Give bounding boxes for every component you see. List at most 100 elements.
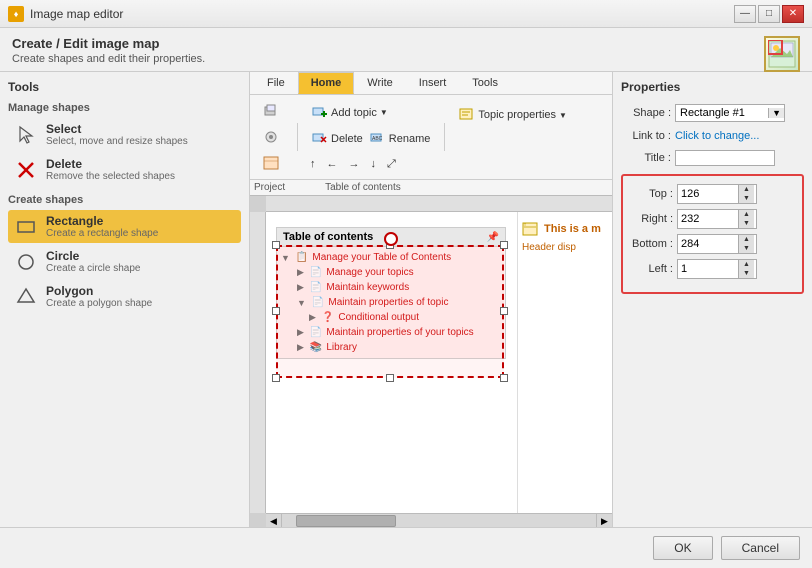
tab-file[interactable]: File (254, 72, 298, 94)
ribbon-project-icon1[interactable] (256, 99, 286, 123)
canvas-main[interactable]: Table of contents 📌 ▼ 📋 Manage you (266, 212, 612, 513)
rectangle-icon (14, 215, 38, 239)
polygon-desc: Create a polygon shape (46, 298, 152, 309)
handle-bl (272, 374, 280, 382)
scroll-right-button[interactable]: ▶ (596, 514, 612, 527)
rename-icon: ABC (370, 131, 386, 147)
tool-polygon[interactable]: Polygon Create a polygon shape (8, 280, 241, 313)
link-label: Link to : (621, 130, 671, 142)
nav-right-button[interactable]: → (344, 155, 365, 173)
tab-insert[interactable]: Insert (406, 72, 460, 94)
tree-item-1: ▶ 📄 Manage your topics (277, 265, 505, 280)
ok-button[interactable]: OK (653, 536, 712, 560)
right-input[interactable] (678, 212, 738, 226)
nav-up-button[interactable]: ↑ (305, 155, 321, 173)
cancel-button[interactable]: Cancel (721, 536, 800, 560)
tree-item-2: ▶ 📄 Maintain keywords (277, 280, 505, 295)
right-spinner: ▲ ▼ (738, 210, 754, 228)
tool-circle[interactable]: Circle Create a circle shape (8, 245, 241, 278)
header-title: Create / Edit image map (12, 36, 800, 51)
top-input[interactable] (678, 187, 738, 201)
add-topic-label: Add topic (331, 107, 377, 119)
table-contents-label: Table of contents (325, 182, 401, 193)
header: Create / Edit image map Create shapes an… (0, 28, 812, 72)
polygon-icon (14, 285, 38, 309)
preview-sub-text: Header disp (522, 242, 608, 253)
top-row: Top : ▲ ▼ (629, 184, 796, 204)
scroll-left-button[interactable]: ◀ (266, 514, 282, 527)
ribbon-content: Add topic ▼ Delete (250, 95, 612, 179)
ribbon-project-icon3[interactable] (256, 151, 286, 175)
tree-item-5: ▶ 📄 Maintain properties of your topics (277, 325, 505, 340)
nav-left-button[interactable]: ← (322, 155, 343, 173)
tree-label-0: Manage your Table of Contents (312, 252, 451, 263)
tree-label-2: Maintain keywords (326, 282, 409, 293)
shape-select[interactable]: Rectangle #1 ▼ (675, 104, 785, 122)
section-manage-shapes: Manage shapes (8, 102, 241, 114)
main-area: Create / Edit image map Create shapes an… (0, 28, 812, 568)
ruler-vertical (250, 212, 266, 513)
bottom-spin-up[interactable]: ▲ (738, 235, 754, 244)
tree-item-0: ▼ 📋 Manage your Table of Contents (277, 250, 505, 265)
image-area: Table of contents 📌 ▼ 📋 Manage you (250, 196, 612, 513)
tool-delete[interactable]: Delete Remove the selected shapes (8, 153, 241, 186)
delete-label: Delete (331, 133, 363, 145)
tab-home[interactable]: Home (298, 72, 355, 94)
ribbon-project-icon2[interactable] (256, 125, 286, 149)
project-label: Project (254, 182, 285, 193)
shape-dropdown-arrow[interactable]: ▼ (768, 108, 784, 118)
link-value[interactable]: Click to change... (675, 130, 804, 142)
title-input[interactable] (675, 150, 775, 166)
right-spin-down[interactable]: ▼ (738, 219, 754, 228)
left-spin-up[interactable]: ▲ (738, 260, 754, 269)
coord-box: Top : ▲ ▼ Right : ▲ (621, 174, 804, 294)
preview-icon: ≡ (522, 220, 540, 238)
select-label: Select (46, 122, 188, 136)
nav-expand-button[interactable]: ⤢ (382, 155, 401, 174)
top-spinner: ▲ ▼ (738, 185, 754, 203)
top-spin-up[interactable]: ▲ (738, 185, 754, 194)
shape-row: Shape : Rectangle #1 ▼ (621, 104, 804, 122)
topic-panel-pin: 📌 (487, 232, 499, 243)
ruler-horizontal (266, 196, 612, 212)
tab-write[interactable]: Write (354, 72, 405, 94)
scrollbar-thumb[interactable] (296, 515, 396, 527)
topic-properties-button[interactable]: Topic properties ▼ (452, 103, 574, 127)
delete-label: Delete (46, 157, 175, 171)
bottom-spin-down[interactable]: ▼ (738, 244, 754, 253)
tool-select[interactable]: Select Select, move and resize shapes (8, 118, 241, 151)
tools-title: Tools (8, 80, 241, 94)
right-row: Right : ▲ ▼ (629, 209, 796, 229)
delete-desc: Remove the selected shapes (46, 171, 175, 182)
tree-label-4: Conditional output (338, 312, 419, 323)
left-spin-down[interactable]: ▼ (738, 269, 754, 278)
header-subtitle: Create shapes and edit their properties. (12, 53, 800, 65)
canvas-wrapper: Table of contents 📌 ▼ 📋 Manage you (250, 196, 612, 527)
left-label: Left : (629, 263, 673, 275)
right-spin-up[interactable]: ▲ (738, 210, 754, 219)
circle-desc: Create a circle shape (46, 263, 141, 274)
tree-item-6: ▶ 📚 Library (277, 340, 505, 355)
title-bar: ♦ Image map editor — □ ✕ (0, 0, 812, 28)
preview-right-area: ≡ This is a m Header disp (517, 212, 612, 513)
select-desc: Select, move and resize shapes (46, 136, 188, 147)
shape-value: Rectangle #1 (676, 105, 768, 121)
rectangle-label: Rectangle (46, 214, 158, 228)
close-button[interactable]: ✕ (782, 5, 804, 23)
bottom-input[interactable] (678, 237, 738, 251)
top-spin-down[interactable]: ▼ (738, 194, 754, 203)
horizontal-scrollbar[interactable]: ◀ ▶ (266, 513, 612, 527)
body: Tools Manage shapes Select Select, move … (0, 72, 812, 527)
tab-tools[interactable]: Tools (459, 72, 511, 94)
add-topic-button[interactable]: Add topic ▼ (305, 101, 437, 125)
tree-item-4: ▶ ❓ Conditional output (277, 310, 505, 325)
left-panel: Tools Manage shapes Select Select, move … (0, 72, 250, 527)
delete-button[interactable]: Delete ABC Rename (305, 127, 437, 151)
maximize-button[interactable]: □ (758, 5, 780, 23)
right-input-wrap: ▲ ▼ (677, 209, 757, 229)
minimize-button[interactable]: — (734, 5, 756, 23)
left-input[interactable] (678, 262, 738, 276)
nav-down-button[interactable]: ↓ (366, 155, 382, 173)
tool-rectangle[interactable]: Rectangle Create a rectangle shape (8, 210, 241, 243)
ribbon-tabs: File Home Write Insert Tools (250, 72, 612, 95)
